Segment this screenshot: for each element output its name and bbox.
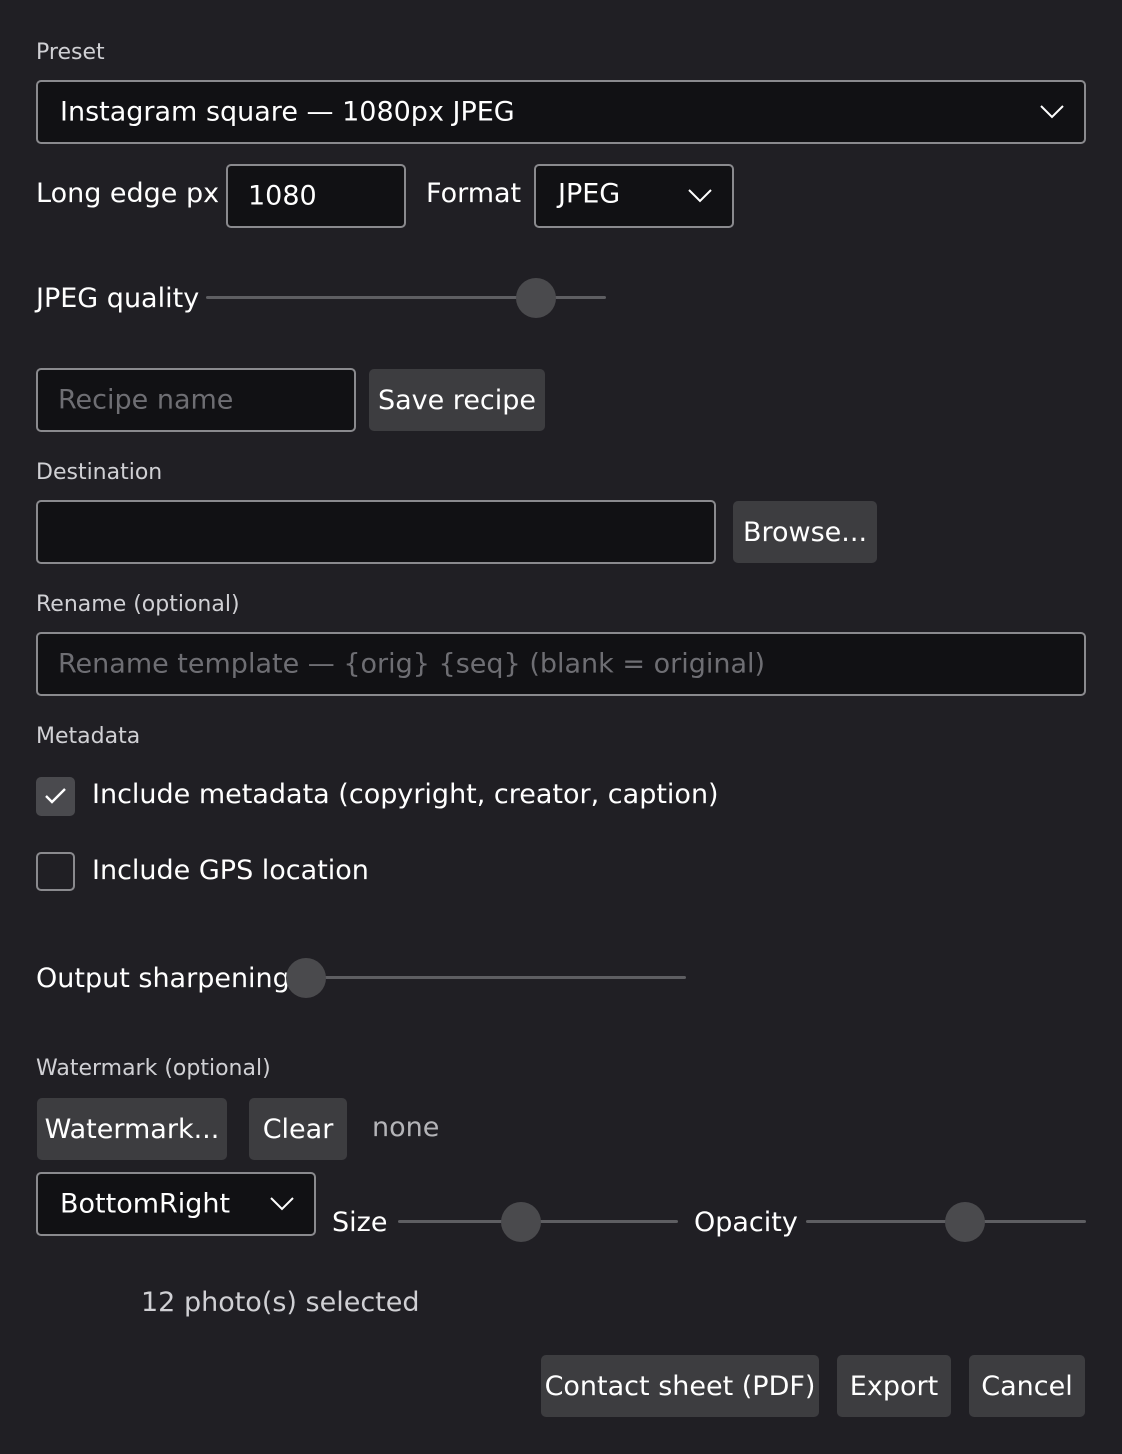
slider-thumb[interactable] [945,1202,986,1242]
preset-select[interactable]: Instagram square — 1080px JPEG [36,80,1086,144]
format-label: Format [426,178,522,209]
save-recipe-button[interactable]: Save recipe [369,369,545,431]
rename-template-placeholder: Rename template — {orig} {seq} (blank = … [58,648,766,680]
long-edge-label: Long edge px [36,178,220,209]
jpeg-quality-slider[interactable] [206,278,606,318]
include-metadata-label[interactable]: Include metadata (copyright, creator, ca… [92,779,719,810]
include-metadata-checkbox[interactable] [36,777,75,816]
recipe-name-placeholder: Recipe name [58,384,234,416]
format-select[interactable]: JPEG [534,164,734,228]
long-edge-input[interactable]: 1080 [226,164,406,228]
chevron-down-icon [1040,105,1064,119]
include-gps-label[interactable]: Include GPS location [92,855,369,886]
watermark-clear-button[interactable]: Clear [249,1098,347,1160]
slider-thumb[interactable] [286,958,326,998]
slider-track [286,976,686,979]
watermark-status: none [372,1112,440,1143]
watermark-opacity-slider[interactable] [806,1202,1086,1242]
export-button[interactable]: Export [837,1355,951,1417]
watermark-opacity-label: Opacity [694,1207,798,1238]
watermark-size-slider[interactable] [398,1202,678,1242]
rename-template-input[interactable]: Rename template — {orig} {seq} (blank = … [36,632,1086,696]
format-value: JPEG [558,178,621,210]
output-sharpening-label: Output sharpening [36,963,290,994]
preset-label: Preset [36,40,105,65]
slider-thumb[interactable] [501,1202,542,1242]
selection-status: 12 photo(s) selected [141,1287,420,1318]
include-gps-checkbox[interactable] [36,852,75,891]
slider-thumb[interactable] [515,278,556,318]
preset-value: Instagram square — 1080px JPEG [60,96,515,128]
watermark-position-value: BottomRight [60,1188,231,1220]
long-edge-value: 1080 [248,180,317,212]
checkmark-icon [45,788,66,804]
destination-label: Destination [36,460,163,485]
contact-sheet-button[interactable]: Contact sheet (PDF) [541,1355,819,1417]
watermark-position-select[interactable]: BottomRight [36,1172,316,1236]
output-sharpening-slider[interactable] [286,958,686,998]
browse-button[interactable]: Browse... [733,501,877,563]
destination-input[interactable] [36,500,716,564]
cancel-button[interactable]: Cancel [969,1355,1085,1417]
chevron-down-icon [270,1197,294,1211]
watermark-label: Watermark (optional) [36,1056,271,1081]
watermark-choose-button[interactable]: Watermark... [37,1098,227,1160]
jpeg-quality-label: JPEG quality [36,283,200,314]
recipe-name-input[interactable]: Recipe name [36,368,356,432]
metadata-label: Metadata [36,724,141,749]
chevron-down-icon [688,189,712,203]
watermark-size-label: Size [332,1207,388,1238]
rename-label: Rename (optional) [36,592,240,617]
